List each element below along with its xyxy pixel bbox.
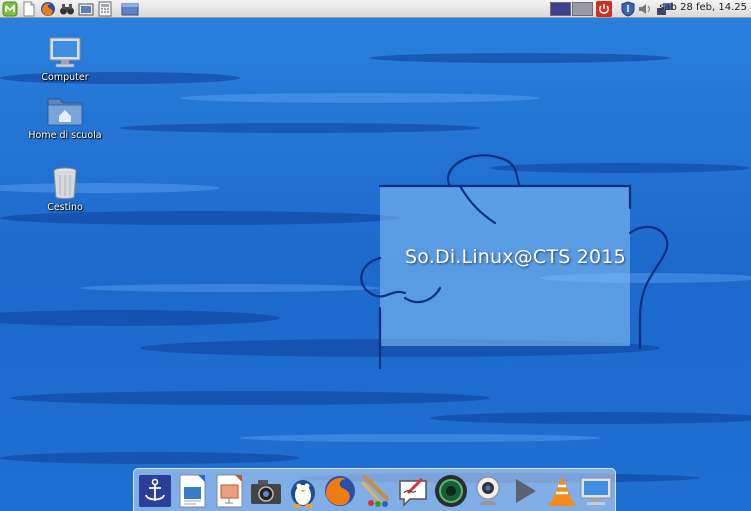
desktop-icon-label: Cestino <box>47 202 83 213</box>
binoculars-icon[interactable] <box>59 1 75 17</box>
firefox-icon[interactable] <box>322 473 358 509</box>
computer-icon <box>49 37 81 68</box>
desktop-icon-trash[interactable]: Cestino <box>25 166 105 213</box>
folder-window-icon[interactable] <box>121 1 139 17</box>
dock <box>133 468 616 511</box>
menu-icon[interactable] <box>2 1 18 17</box>
desktop-icon-home[interactable]: Home di scuola <box>25 94 105 141</box>
monitor-icon[interactable] <box>578 473 614 509</box>
workspace-2[interactable] <box>572 2 593 16</box>
panel-clock[interactable]: sab 28 feb, 14.25 <box>659 2 747 13</box>
webcam-lens-icon[interactable] <box>433 473 469 509</box>
home-folder-icon <box>47 98 83 126</box>
top-panel: sab 28 feb, 14.25 <box>0 0 751 18</box>
document-viewer-icon[interactable] <box>174 473 210 509</box>
wallpaper-brand-text: So.Di.Linux@CTS 2015 <box>405 246 626 268</box>
screenshot-icon[interactable] <box>78 1 94 17</box>
play-icon[interactable] <box>507 473 543 509</box>
linux-penguin-icon[interactable] <box>285 473 321 509</box>
desktop-icon-computer[interactable]: Computer <box>25 36 105 83</box>
power-icon[interactable] <box>596 1 612 17</box>
volume-icon[interactable] <box>637 1 653 17</box>
desktop-icon-label: Computer <box>41 72 89 83</box>
trash-icon <box>53 167 77 199</box>
anchor-icon[interactable] <box>137 473 173 509</box>
file-icon[interactable] <box>21 1 37 17</box>
drawing-board-icon[interactable] <box>396 473 432 509</box>
camera-icon[interactable] <box>248 473 284 509</box>
paint-brushes-icon[interactable] <box>359 473 395 509</box>
calculator-icon[interactable] <box>97 1 113 17</box>
firefox-icon[interactable] <box>40 1 56 17</box>
vlc-icon[interactable] <box>544 473 580 509</box>
shield-icon[interactable] <box>620 1 636 17</box>
desktop-icon-label: Home di scuola <box>28 130 102 141</box>
desktop-wallpaper <box>0 18 751 511</box>
presentation-icon[interactable] <box>211 473 247 509</box>
webcam-icon[interactable] <box>470 473 506 509</box>
workspace-1[interactable] <box>550 2 571 16</box>
